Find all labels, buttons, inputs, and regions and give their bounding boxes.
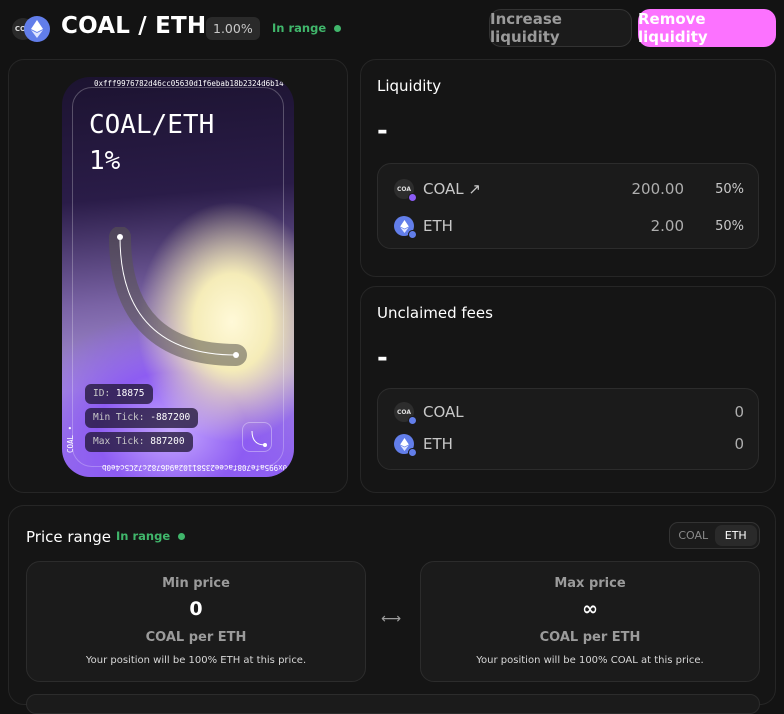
current-price-card [26,694,760,714]
position-header: COA COAL / ETH 1.00% In range Increase l… [0,0,784,58]
pair-token-icons: COA [12,14,52,44]
toggle-option-coal[interactable]: COAL [672,525,715,546]
fee-tier-badge: 1.00% [206,17,260,40]
coal-token-icon: COA [394,402,417,425]
nft-fee-label: 1% [89,146,121,176]
nft-id-tag: ID: 18875 [85,384,153,404]
fees-title: Unclaimed fees [377,304,493,322]
fees-row-coal: COA COAL 0 [394,401,744,425]
range-status-badge: In range [272,21,342,35]
min-price-card: Min price 0 COAL per ETH Your position w… [26,561,366,682]
nft-max-tick-tag: Max Tick: 887200 [85,432,193,452]
token-amount: 200.00 [631,180,685,198]
chain-badge-icon [408,193,417,202]
page-title: COAL / ETH [61,13,207,39]
nft-panel: 0xfff9976782d46cc05630d1f6ebab18b2324d6b… [8,59,348,493]
fees-value: - [377,343,388,373]
price-range-status-label: In range [116,529,171,543]
coal-token-icon-text: COA [397,408,411,416]
nft-id-value: 18875 [115,388,145,399]
liquidity-title: Liquidity [377,77,442,95]
chain-badge-icon [408,230,417,239]
token-symbol-link[interactable]: COAL ↗ [423,180,481,198]
token-symbol: ETH [423,435,453,453]
max-price-value: ∞ [582,598,598,620]
price-range-panel: Price range In range COAL ETH Min price … [8,505,776,714]
position-nft-image: 0xfff9976782d46cc05630d1f6ebab18b2324d6b… [62,77,294,477]
nft-title: COAL/ETH 1% [89,107,214,179]
nft-edge-text-bottom: 0x995afe708facee23581102a9d6782c72C5c4e0… [102,463,288,472]
chain-badge-icon [408,448,417,457]
liquidity-panel: Liquidity - COA COAL ↗ 200.00 50% ETH 2.… [360,59,776,277]
range-status-label: In range [272,21,327,35]
token-percent: 50% [715,181,744,197]
token-percent: 50% [715,218,744,234]
min-price-label: Min price [162,576,230,591]
eth-token-icon [394,434,417,457]
nft-edge-text-left: COAL • [66,425,75,453]
fees-breakdown: COA COAL 0 ETH 0 [377,388,759,470]
max-price-unit: COAL per ETH [539,630,641,645]
status-dot-icon [178,533,186,540]
liquidity-value: - [377,116,388,146]
nft-min-tick-value: -887200 [150,412,191,423]
nft-mini-curve-icon [242,422,272,452]
token-symbol: COAL [423,403,464,421]
liquidity-row-coal: COA COAL ↗ 200.00 50% [394,178,744,202]
status-dot-icon [334,25,342,32]
nft-curve-graphic [109,227,247,366]
nft-id-key: ID: [93,388,111,399]
token-amount: 2.00 [650,217,684,235]
coal-token-icon: COA [394,179,417,202]
increase-liquidity-button[interactable]: Increase liquidity [489,9,632,47]
min-price-value: 0 [189,598,203,620]
chain-badge-icon [408,416,417,425]
price-denomination-toggle: COAL ETH [669,522,760,549]
coal-token-icon-text: COA [397,185,411,193]
liquidity-breakdown: COA COAL ↗ 200.00 50% ETH 2.00 50% [377,163,759,249]
fee-amount: 0 [734,435,744,453]
nft-max-tick-value: 887200 [150,436,185,447]
min-price-note: Your position will be 100% ETH at this p… [85,655,307,666]
toggle-option-eth[interactable]: ETH [714,525,757,546]
nft-min-tick-key: Min Tick: [93,412,145,423]
remove-liquidity-button[interactable]: Remove liquidity [638,9,776,47]
max-price-label: Max price [554,576,626,591]
unclaimed-fees-panel: Unclaimed fees - COA COAL 0 ETH 0 [360,286,776,493]
max-price-card: Max price ∞ COAL per ETH Your position w… [420,561,760,682]
max-price-note: Your position will be 100% COAL at this … [476,655,704,666]
token-symbol: ETH [423,217,453,235]
fee-amount: 0 [734,403,744,421]
price-range-status: In range [116,529,186,543]
nft-pair-label: COAL/ETH [89,110,215,140]
nft-max-tick-key: Max Tick: [93,436,145,447]
liquidity-row-eth: ETH 2.00 50% [394,215,744,239]
eth-token-icon [24,16,50,42]
nft-edge-text-top: 0xfff9976782d46cc05630d1f6ebab18b2324d6b… [94,79,294,88]
price-range-title: Price range [26,528,111,546]
eth-token-icon [394,216,417,239]
range-arrow-icon: ⟷ [381,611,402,627]
nft-min-tick-tag: Min Tick: -887200 [85,408,199,428]
fees-row-eth: ETH 0 [394,433,744,457]
min-price-unit: COAL per ETH [145,630,247,645]
